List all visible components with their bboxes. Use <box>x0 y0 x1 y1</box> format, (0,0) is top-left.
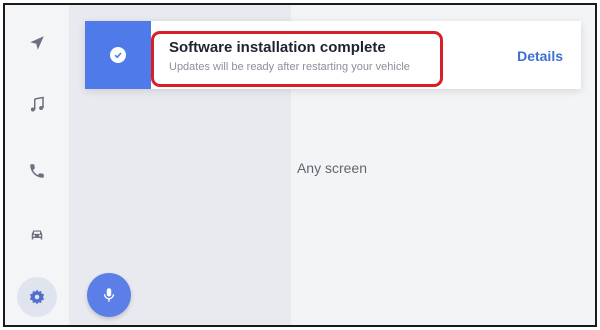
sidebar-item-music[interactable] <box>17 85 57 125</box>
screen-frame: Any screen Software installation complet… <box>3 3 597 327</box>
sidebar-item-settings[interactable] <box>17 277 57 317</box>
sidebar-item-navigation[interactable] <box>17 23 57 63</box>
phone-icon <box>30 164 44 178</box>
car-icon <box>31 230 43 240</box>
voice-assistant-button[interactable] <box>87 273 131 317</box>
details-button[interactable]: Details <box>517 48 563 64</box>
screen-placeholder-label: Any screen <box>296 160 368 176</box>
navigation-icon <box>30 36 44 50</box>
microphone-icon <box>103 288 115 302</box>
gear-icon <box>29 289 45 305</box>
notification-banner[interactable]: Software installation complete Updates w… <box>85 21 581 89</box>
sidebar-item-phone[interactable] <box>17 151 57 191</box>
notification-subtitle: Updates will be ready after restarting y… <box>169 61 410 73</box>
sidebar <box>5 5 69 325</box>
check-circle-icon <box>110 47 126 63</box>
notification-title: Software installation complete <box>169 39 386 56</box>
music-icon <box>30 96 44 112</box>
sidebar-item-car[interactable] <box>17 215 57 255</box>
notification-accent <box>85 21 151 89</box>
